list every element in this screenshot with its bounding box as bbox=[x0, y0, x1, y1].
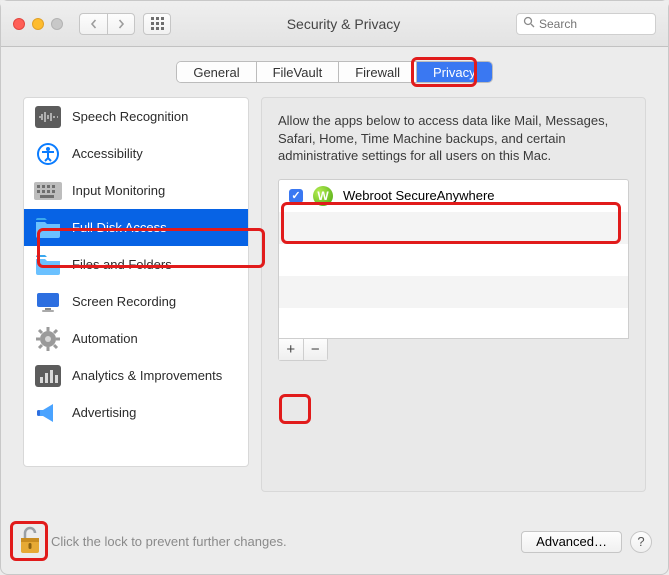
checkbox-checked-icon[interactable]: ✓ bbox=[289, 189, 303, 203]
category-label: Accessibility bbox=[72, 146, 143, 161]
panel-description: Allow the apps below to access data like… bbox=[278, 112, 629, 165]
category-input-monitoring[interactable]: Input Monitoring bbox=[24, 172, 248, 209]
add-button[interactable]: + bbox=[279, 339, 304, 360]
category-label: Input Monitoring bbox=[72, 183, 165, 198]
show-all-button[interactable] bbox=[143, 13, 171, 35]
help-button[interactable]: ? bbox=[630, 531, 652, 553]
detail-panel: Allow the apps below to access data like… bbox=[261, 97, 646, 492]
app-name: Webroot SecureAnywhere bbox=[343, 188, 495, 203]
search-input[interactable] bbox=[539, 17, 649, 31]
advanced-button[interactable]: Advanced… bbox=[521, 531, 622, 553]
search-icon bbox=[523, 16, 535, 31]
category-label: Advertising bbox=[72, 405, 136, 420]
minimize-icon[interactable] bbox=[32, 18, 44, 30]
category-files-folders[interactable]: Files and Folders bbox=[24, 246, 248, 283]
app-list: ✓ W Webroot SecureAnywhere bbox=[278, 179, 629, 339]
app-row-empty bbox=[279, 212, 628, 244]
forward-button[interactable] bbox=[107, 13, 135, 35]
category-label: Analytics & Improvements bbox=[72, 368, 222, 383]
display-icon bbox=[34, 290, 62, 314]
add-remove-controls: + − bbox=[278, 339, 328, 361]
category-label: Full Disk Access bbox=[72, 220, 167, 235]
app-row-empty bbox=[279, 244, 628, 276]
tabs: General FileVault Firewall Privacy bbox=[176, 61, 492, 83]
chart-icon bbox=[34, 364, 62, 388]
tab-row: General FileVault Firewall Privacy bbox=[1, 61, 668, 83]
content-area: Speech Recognition Accessibility Input M… bbox=[1, 83, 668, 492]
gear-icon bbox=[34, 327, 62, 351]
category-automation[interactable]: Automation bbox=[24, 320, 248, 357]
category-advertising[interactable]: Advertising bbox=[24, 394, 248, 431]
footer: Click the lock to prevent further change… bbox=[17, 525, 652, 558]
unlocked-lock-icon[interactable] bbox=[17, 525, 43, 558]
category-label: Speech Recognition bbox=[72, 109, 188, 124]
category-list: Speech Recognition Accessibility Input M… bbox=[23, 97, 249, 467]
keyboard-icon bbox=[34, 179, 62, 203]
category-screen-recording[interactable]: Screen Recording bbox=[24, 283, 248, 320]
tab-filevault[interactable]: FileVault bbox=[257, 62, 340, 82]
app-row-empty bbox=[279, 308, 628, 339]
window-controls bbox=[13, 18, 63, 30]
tab-privacy[interactable]: Privacy bbox=[417, 62, 492, 82]
folder-icon bbox=[34, 216, 62, 240]
lock-zone[interactable]: Click the lock to prevent further change… bbox=[17, 525, 287, 558]
category-speech-recognition[interactable]: Speech Recognition bbox=[24, 98, 248, 135]
category-analytics[interactable]: Analytics & Improvements bbox=[24, 357, 248, 394]
titlebar: Security & Privacy bbox=[1, 1, 668, 47]
lock-text: Click the lock to prevent further change… bbox=[51, 534, 287, 549]
megaphone-icon bbox=[34, 401, 62, 425]
folder-icon bbox=[34, 253, 62, 277]
accessibility-icon bbox=[34, 142, 62, 166]
maximize-icon bbox=[51, 18, 63, 30]
window-title: Security & Privacy bbox=[179, 16, 508, 32]
category-full-disk-access[interactable]: Full Disk Access bbox=[24, 209, 248, 246]
close-icon[interactable] bbox=[13, 18, 25, 30]
category-accessibility[interactable]: Accessibility bbox=[24, 135, 248, 172]
category-label: Screen Recording bbox=[72, 294, 176, 309]
app-row[interactable]: ✓ W Webroot SecureAnywhere bbox=[279, 180, 628, 212]
app-icon: W bbox=[313, 186, 333, 206]
search-field[interactable] bbox=[516, 13, 656, 35]
waveform-icon bbox=[34, 105, 62, 129]
category-label: Files and Folders bbox=[72, 257, 172, 272]
remove-button[interactable]: − bbox=[304, 339, 328, 360]
back-button[interactable] bbox=[79, 13, 107, 35]
app-row-empty bbox=[279, 276, 628, 308]
tab-firewall[interactable]: Firewall bbox=[339, 62, 417, 82]
nav-buttons bbox=[79, 13, 135, 35]
tab-general[interactable]: General bbox=[177, 62, 256, 82]
category-label: Automation bbox=[72, 331, 138, 346]
